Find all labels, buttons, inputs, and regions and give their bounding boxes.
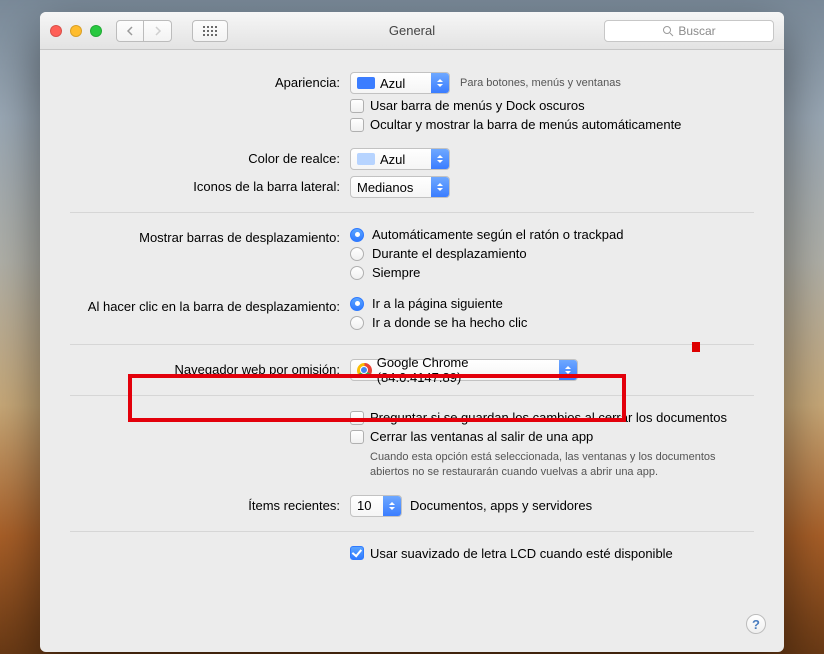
appearance-note: Para botones, menús y ventanas — [460, 77, 621, 89]
checkbox-icon — [350, 411, 364, 425]
radio-icon — [350, 228, 364, 242]
close-windows-hint: Cuando esta opción está seleccionada, la… — [350, 448, 750, 481]
zoom-window-button[interactable] — [90, 25, 102, 37]
forward-button[interactable] — [144, 20, 172, 42]
lightblue-swatch-icon — [357, 153, 375, 165]
radio-icon — [350, 266, 364, 280]
appearance-label: Apariencia: — [70, 72, 350, 90]
checkbox-icon — [350, 99, 364, 113]
highlight-value: Azul — [380, 152, 411, 167]
titlebar: General Buscar — [40, 12, 784, 50]
recent-items-select[interactable]: 10 — [350, 495, 402, 517]
appearance-select[interactable]: Azul — [350, 72, 450, 94]
scroll-click-here-radio[interactable]: Ir a donde se ha hecho clic — [350, 315, 754, 330]
close-window-button[interactable] — [50, 25, 62, 37]
recent-items-value: 10 — [357, 498, 377, 513]
preferences-window: General Buscar Apariencia: Azul Para bot… — [40, 12, 784, 652]
search-field[interactable]: Buscar — [604, 20, 774, 42]
auto-hide-menubar-checkbox[interactable]: Ocultar y mostrar la barra de menús auto… — [350, 117, 754, 132]
default-browser-label: Navegador web por omisión: — [70, 359, 350, 377]
sidebar-icons-value: Medianos — [357, 180, 419, 195]
recent-items-label: Ítems recientes: — [70, 495, 350, 513]
scrollbars-always-radio[interactable]: Siempre — [350, 265, 754, 280]
sidebar-icons-select[interactable]: Medianos — [350, 176, 450, 198]
highlight-color-select[interactable]: Azul — [350, 148, 450, 170]
select-arrows-icon — [383, 496, 401, 516]
help-button[interactable]: ? — [746, 614, 766, 634]
default-browser-value: Google Chrome (84.0.4147.89) — [377, 355, 560, 385]
minimize-window-button[interactable] — [70, 25, 82, 37]
select-arrows-icon — [431, 73, 449, 93]
search-placeholder: Buscar — [678, 24, 715, 38]
highlight-color-label: Color de realce: — [70, 148, 350, 166]
annotation-mark — [692, 342, 700, 352]
appearance-value: Azul — [380, 76, 411, 91]
back-button[interactable] — [116, 20, 144, 42]
select-arrows-icon — [559, 360, 577, 380]
scrollbars-label: Mostrar barras de desplazamiento: — [70, 227, 350, 245]
nav-buttons — [116, 20, 172, 42]
select-arrows-icon — [431, 177, 449, 197]
scrollbars-scrolling-radio[interactable]: Durante el desplazamiento — [350, 246, 754, 261]
blue-swatch-icon — [357, 77, 375, 89]
checkbox-icon — [350, 118, 364, 132]
checkbox-icon — [350, 546, 364, 560]
chrome-icon — [357, 363, 372, 378]
default-browser-select[interactable]: Google Chrome (84.0.4147.89) — [350, 359, 578, 381]
scroll-click-label: Al hacer clic en la barra de desplazamie… — [70, 296, 350, 314]
select-arrows-icon — [431, 149, 449, 169]
dark-menubar-checkbox[interactable]: Usar barra de menús y Dock oscuros — [350, 98, 754, 113]
ask-save-checkbox[interactable]: Preguntar si se guardan los cambios al c… — [350, 410, 754, 425]
sidebar-icons-label: Iconos de la barra lateral: — [70, 176, 350, 194]
scrollbars-auto-radio[interactable]: Automáticamente según el ratón o trackpa… — [350, 227, 754, 242]
show-all-button[interactable] — [192, 20, 228, 42]
radio-icon — [350, 297, 364, 311]
recent-items-suffix: Documentos, apps y servidores — [410, 498, 592, 513]
close-windows-checkbox[interactable]: Cerrar las ventanas al salir de una app — [350, 429, 754, 444]
checkbox-icon — [350, 430, 364, 444]
radio-icon — [350, 247, 364, 261]
pane: Apariencia: Azul Para botones, menús y v… — [40, 50, 784, 585]
lcd-smoothing-checkbox[interactable]: Usar suavizado de letra LCD cuando esté … — [350, 546, 754, 561]
window-controls — [50, 25, 102, 37]
scroll-click-next-radio[interactable]: Ir a la página siguiente — [350, 296, 754, 311]
radio-icon — [350, 316, 364, 330]
